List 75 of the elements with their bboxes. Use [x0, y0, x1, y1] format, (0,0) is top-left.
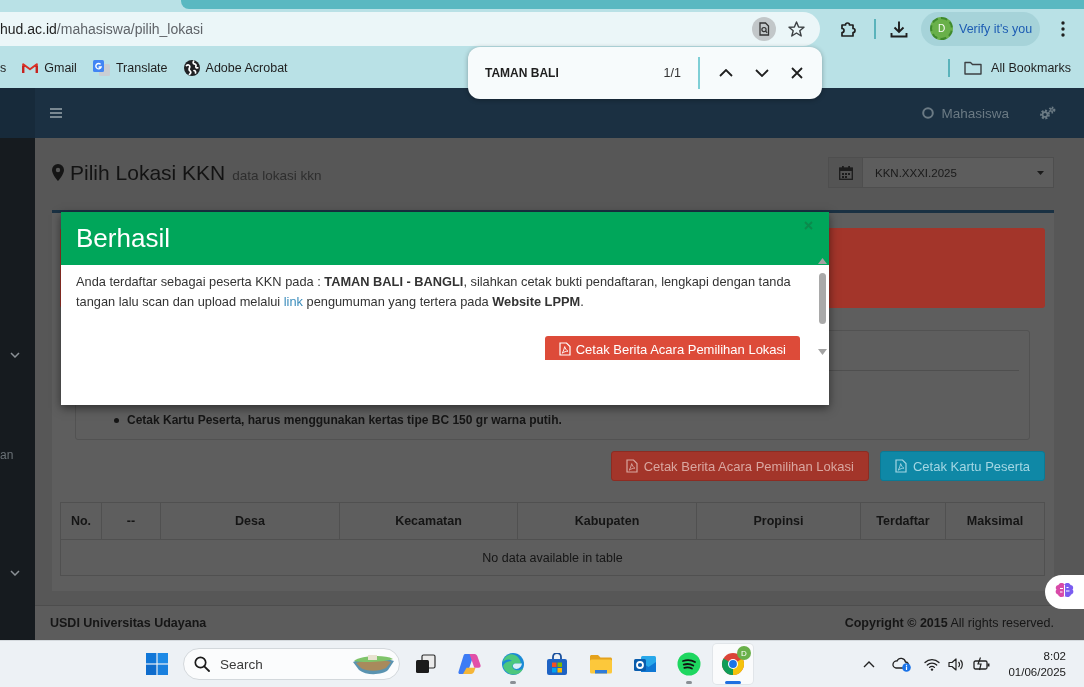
column-header[interactable]: Kabupaten: [517, 502, 697, 540]
page-search-icon[interactable]: [752, 16, 776, 41]
squares-icon[interactable]: [414, 654, 436, 674]
column-header[interactable]: --: [101, 502, 161, 540]
envelope-icon[interactable]: [633, 654, 657, 674]
print-button[interactable]: Cetak Berita Acara Pemilihan Lokasi: [544, 336, 800, 360]
wifi-icon[interactable]: [924, 657, 941, 671]
sound-bars-icon[interactable]: [677, 652, 701, 676]
avatar: D: [930, 17, 953, 40]
ribbon-icon[interactable]: [457, 653, 481, 675]
user-menu[interactable]: Mahasiswa: [922, 105, 1009, 121]
file-icon: [558, 342, 571, 356]
folder-icon: [964, 61, 983, 75]
download-icon[interactable]: [890, 19, 908, 38]
menu-icon[interactable]: [50, 108, 62, 118]
sidebar-item[interactable]: an: [0, 448, 14, 462]
dialog-title: Berhasil: [76, 223, 170, 254]
file-icon: [625, 459, 638, 473]
speaker-icon[interactable]: [948, 657, 964, 671]
column-header[interactable]: Maksimal: [945, 502, 1045, 540]
search-icon: [194, 656, 210, 672]
period-select[interactable]: KKN.XXXI.2025: [828, 157, 1054, 188]
print-button[interactable]: Cetak Berita Acara Pemilihan Lokasi: [610, 451, 869, 481]
dialog-message: Anda terdaftar sebagai peserta KKN pada : TAMAN BALI - BANGLI, silahkan cetak bukti pendaftaran, lengkapi dengan tanda tangan lalu scan dan upload melalui link pengumuman yang tertera pada Website LPPM.: [76, 273, 792, 311]
file-icon: [894, 459, 907, 473]
settings-icon[interactable]: [1039, 106, 1056, 120]
copyright-text: Copyright © 2015 All rights reserved.: [844, 616, 1054, 630]
footer-credit: USDI Universitas Udayana: [50, 616, 207, 630]
battery-icon[interactable]: [973, 657, 992, 671]
clock-time[interactable]: 8:02: [1043, 648, 1066, 664]
empty-table-message: No data available in table: [60, 539, 1045, 576]
column-header[interactable]: Terdaftar: [860, 502, 946, 540]
page-title: Pilih Lokasi KKN: [70, 160, 226, 185]
shopping-bag-icon[interactable]: [546, 653, 568, 675]
bullet-icon: [114, 417, 119, 423]
search-field[interactable]: Search: [183, 648, 400, 680]
puzzle-icon[interactable]: [840, 19, 858, 38]
column-header[interactable]: Desa: [160, 502, 340, 540]
star-icon[interactable]: [788, 20, 805, 37]
profile-button[interactable]: D Verify it's you: [921, 11, 1040, 46]
chevron-down-icon[interactable]: [755, 69, 769, 77]
browser-icon[interactable]: [721, 652, 745, 676]
clock-date[interactable]: 01/06/2025: [1008, 664, 1066, 680]
avatar-badge: D: [737, 646, 751, 660]
translate-icon: [92, 60, 110, 76]
calendar-icon: [838, 165, 853, 180]
bookmark[interactable]: Gmail: [22, 61, 77, 75]
all-bookmarks-button[interactable]: All Bookmarks: [964, 61, 1071, 75]
address-bar[interactable]: hud.ac.id/mahasiswa/pilih_lokasi: [0, 11, 820, 46]
chevron-up-icon[interactable]: [719, 69, 733, 77]
start-icon[interactable]: [146, 653, 168, 675]
column-header[interactable]: No.: [60, 502, 102, 540]
scrollbar-thumb[interactable]: [819, 273, 826, 324]
circle-icon: [922, 107, 935, 119]
map-pin-icon: [52, 164, 64, 181]
find-field[interactable]: TAMAN BALI: [485, 66, 664, 80]
wave-icon[interactable]: [501, 652, 525, 676]
note-text: Cetak Kartu Peserta, harus menggunakan kertas tipe BC 150 gr warna putih.: [127, 413, 562, 427]
taskbar-button[interactable]: D: [713, 644, 753, 684]
caret-icon: [1037, 170, 1044, 175]
print-button[interactable]: Cetak Kartu Peserta: [879, 451, 1045, 481]
close-icon[interactable]: [791, 67, 803, 79]
globe-icon: [183, 60, 200, 76]
bookmark[interactable]: Translate: [92, 60, 168, 76]
column-header[interactable]: Propinsi: [696, 502, 861, 540]
mail-logo-icon: [22, 62, 39, 74]
folder-icon[interactable]: [589, 654, 613, 674]
bookmark[interactable]: s: [0, 61, 7, 75]
cloud-icon[interactable]: [892, 656, 912, 672]
more-icon[interactable]: [1061, 20, 1065, 37]
column-header[interactable]: Kecamatan: [339, 502, 518, 540]
link[interactable]: link: [283, 294, 303, 309]
chevron-up-icon[interactable]: [863, 660, 876, 668]
match-count: 1/1: [663, 66, 681, 80]
bookmark[interactable]: Adobe Acrobat: [183, 60, 288, 76]
